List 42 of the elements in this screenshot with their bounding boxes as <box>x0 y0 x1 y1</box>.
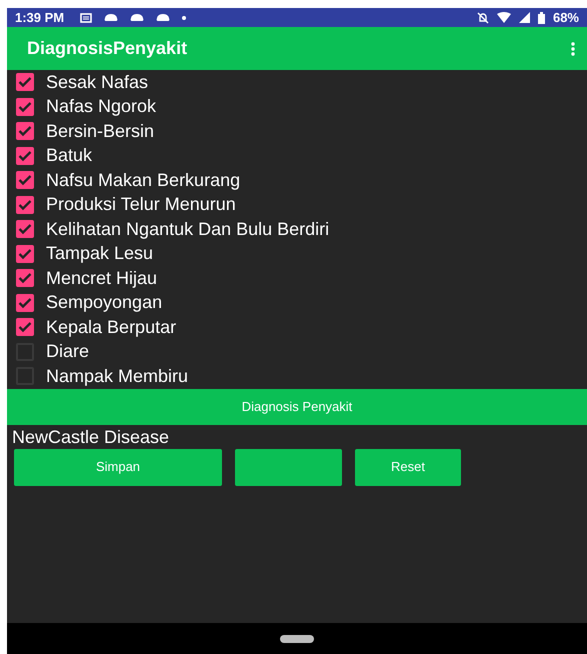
symptom-label: Kelihatan Ngantuk Dan Bulu Berdiri <box>46 218 330 241</box>
checkbox[interactable] <box>16 171 34 190</box>
symptom-label: Sesak Nafas <box>46 70 148 94</box>
checkbox[interactable] <box>16 146 34 165</box>
cloud-icon <box>130 13 144 22</box>
overflow-menu-icon[interactable] <box>571 42 575 56</box>
diagnose-button[interactable]: Diagnosis Penyakit <box>7 388 587 424</box>
checkbox[interactable] <box>16 220 34 238</box>
symptom-label: Tampak Lesu <box>46 242 154 266</box>
cloud-icon <box>156 13 170 22</box>
save-button[interactable]: Simpan <box>14 448 222 486</box>
signal-icon <box>518 12 530 23</box>
message-icon <box>80 12 92 22</box>
status-time: 1:39 PM <box>15 8 64 27</box>
checkbox[interactable] <box>16 244 34 263</box>
battery-icon <box>538 12 545 24</box>
symptom-label: Mencret Hijau <box>46 266 158 290</box>
checkbox[interactable] <box>16 122 34 140</box>
symptom-label: Sempoyongan <box>46 291 162 314</box>
checkbox[interactable] <box>16 269 34 288</box>
battery-level: 68% <box>552 8 579 27</box>
mute-icon <box>476 12 489 24</box>
cloud-icon <box>104 13 118 22</box>
app-title: DiagnosisPenyakit <box>27 37 188 60</box>
dot-icon <box>182 16 186 20</box>
checkbox[interactable] <box>16 294 34 312</box>
reset-button[interactable]: Reset <box>355 448 461 486</box>
symptom-label: Batuk <box>46 144 92 168</box>
checkbox[interactable] <box>16 318 34 336</box>
wifi-icon <box>496 12 511 23</box>
symptom-label: Nafsu Makan Berkurang <box>46 168 240 192</box>
symptom-label: Kepala Berputar <box>46 316 176 339</box>
checkbox[interactable] <box>16 73 34 92</box>
symptom-label: Produksi Telur Menurun <box>46 193 236 216</box>
home-handle[interactable] <box>280 634 314 642</box>
symptom-label: Diare <box>46 340 90 364</box>
symptom-label: Nafas Ngorok <box>46 95 156 118</box>
checkbox[interactable] <box>16 98 34 116</box>
result-text: NewCastle Disease <box>11 426 170 448</box>
symptom-label: Bersin-Bersin <box>46 120 154 143</box>
checkbox[interactable] <box>16 196 34 214</box>
symptom-label: Nampak Membiru <box>46 364 188 388</box>
